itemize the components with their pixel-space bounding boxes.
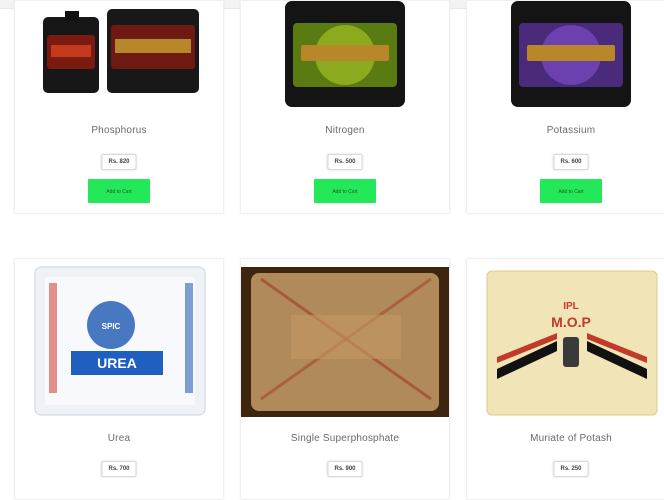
product-card-phosphorus[interactable]: Phosphorus Rs. 820 Add to Cart — [14, 0, 224, 214]
urea-bag-text: UREA — [97, 355, 137, 371]
product-card-muriate-of-potash[interactable]: IPL M.O.P Muriate of Potash Rs. 250 — [466, 258, 664, 500]
product-name: Potassium — [546, 125, 596, 136]
product-image[interactable]: IPL M.O.P — [467, 259, 664, 419]
product-image[interactable] — [467, 1, 664, 111]
product-name: Muriate of Potash — [530, 433, 612, 444]
product-name: Phosphorus — [91, 125, 147, 136]
urea-bag-image: SPIC UREA — [34, 266, 206, 416]
product-name: Single Superphosphate — [290, 433, 400, 444]
price-badge: Rs. 700 — [101, 461, 137, 477]
price-badge: Rs. 820 — [101, 154, 137, 170]
product-image[interactable] — [241, 259, 449, 419]
product-name: Urea — [107, 433, 131, 444]
phosphorus-bottles-image — [43, 9, 199, 93]
price-badge: Rs. 600 — [553, 154, 589, 170]
add-to-cart-button[interactable]: Add to Cart — [540, 179, 602, 203]
price-badge: Rs. 250 — [553, 461, 589, 477]
mop-brand-text: IPL — [563, 301, 579, 312]
product-card-nitrogen[interactable]: Nitrogen Rs. 500 Add to Cart — [240, 0, 450, 214]
add-to-cart-button[interactable]: Add to Cart — [88, 179, 150, 203]
product-card-potassium[interactable]: Potassium Rs. 600 Add to Cart — [466, 0, 664, 214]
mop-bag-text: M.O.P — [551, 314, 591, 330]
price-badge: Rs. 500 — [327, 154, 363, 170]
product-image[interactable] — [15, 1, 223, 111]
product-image[interactable] — [241, 1, 449, 111]
mop-bag-image: IPL M.O.P — [486, 270, 658, 416]
nitrogen-bottle-image — [285, 1, 405, 107]
ssp-sack-image — [241, 267, 449, 417]
product-image[interactable]: SPIC UREA — [15, 259, 223, 419]
potassium-bottle-image — [511, 1, 631, 107]
add-to-cart-button[interactable]: Add to Cart — [314, 179, 376, 203]
product-card-urea[interactable]: SPIC UREA Urea Rs. 700 — [14, 258, 224, 500]
price-badge: Rs. 900 — [327, 461, 363, 477]
product-name: Nitrogen — [325, 125, 365, 136]
product-card-single-superphosphate[interactable]: Single Superphosphate Rs. 900 — [240, 258, 450, 500]
urea-brand-text: SPIC — [102, 322, 121, 331]
